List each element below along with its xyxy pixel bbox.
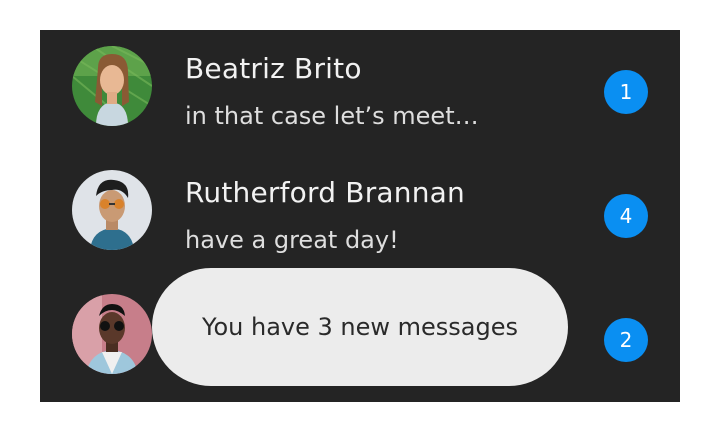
avatar [72, 170, 152, 250]
contact-name: Rutherford Brannan [185, 176, 465, 209]
avatar-photo-icon [72, 294, 152, 374]
unread-count-badge: 2 [604, 318, 648, 362]
avatar-photo-icon [72, 46, 152, 126]
contact-name: Beatriz Brito [185, 52, 362, 85]
new-messages-toast[interactable]: You have 3 new messages [152, 268, 568, 386]
avatar-photo-icon [72, 170, 152, 250]
message-preview: have a great day! [185, 226, 399, 254]
unread-count-badge: 4 [604, 194, 648, 238]
conversation-item-beatriz-brito[interactable]: Beatriz Brito in that case let’s meet… 1 [40, 30, 680, 154]
avatar [72, 46, 152, 126]
message-preview: in that case let’s meet… [185, 102, 479, 130]
avatar [72, 294, 152, 374]
unread-count-badge: 1 [604, 70, 648, 114]
conversation-list: Beatriz Brito in that case let’s meet… 1… [40, 30, 680, 402]
conversation-item-rutherford-brannan[interactable]: Rutherford Brannan have a great day! 4 [40, 154, 680, 278]
